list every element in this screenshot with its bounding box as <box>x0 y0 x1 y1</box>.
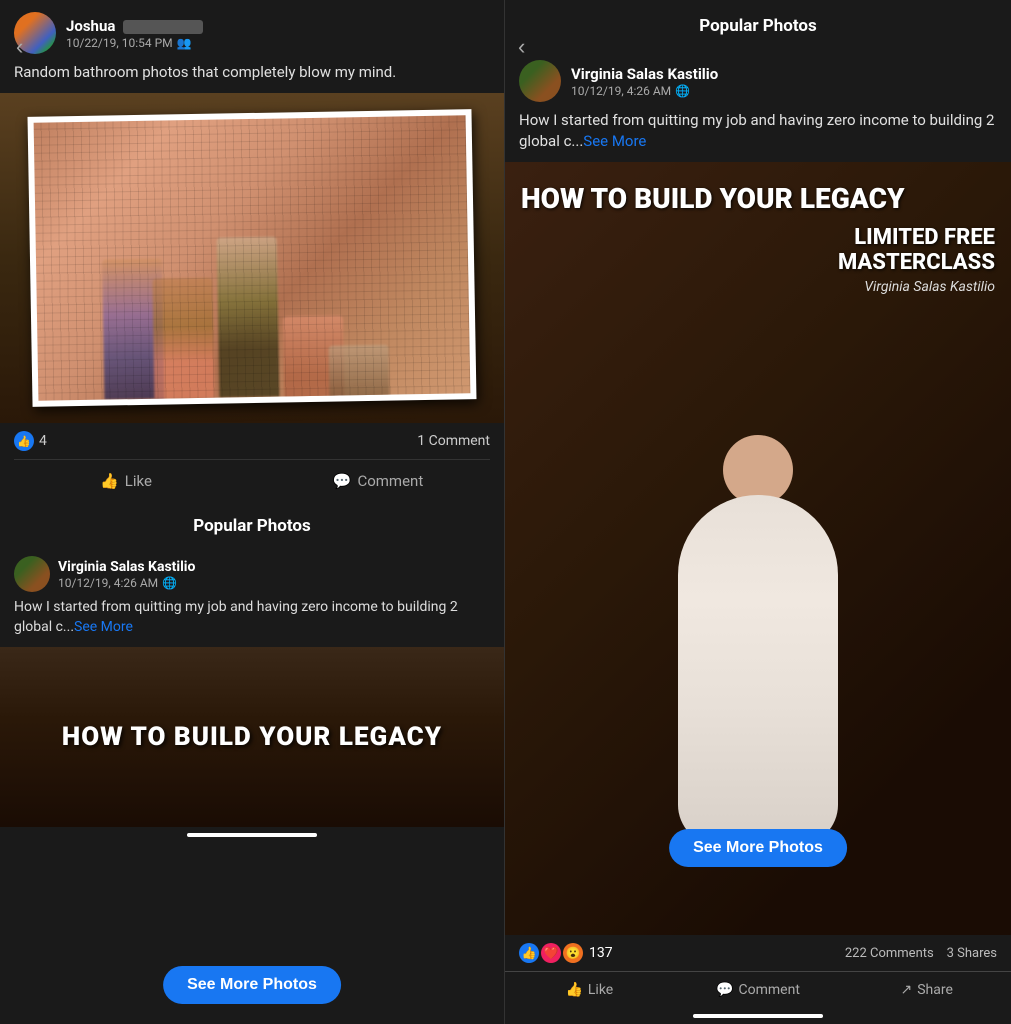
popular-photos-title-left: Popular Photos <box>0 502 504 546</box>
right-like-icon: 👍 <box>565 982 582 998</box>
right-post-time: 10/12/19, 4:26 AM 🌐 <box>571 84 997 98</box>
popular-photos-title-right: Popular Photos <box>505 0 1011 48</box>
framed-photo-inner <box>34 115 470 401</box>
right-comment-icon: 💬 <box>716 982 733 998</box>
photo-placeholder <box>0 93 504 423</box>
post-timestamp: 10/22/19, 10:54 PM <box>66 36 173 50</box>
framed-photo <box>28 109 477 407</box>
reactions-bar: 👍 4 1 Comment <box>0 423 504 459</box>
right-share-icon: ↗ <box>900 982 912 998</box>
masterclass-main-title: HOW TO BUILD YOUR LEGACY <box>521 182 995 215</box>
emoji-row: 👍 ❤️ 😮 137 <box>519 943 613 963</box>
right-avatar <box>519 60 561 102</box>
popular-post-left: Virginia Salas Kastilio 10/12/19, 4:26 A… <box>0 546 504 647</box>
friends-icon: 👥 <box>177 36 192 50</box>
popular-time-left: 10/12/19, 4:26 AM 🌐 <box>58 576 195 590</box>
right-reactions-count: 137 <box>589 945 613 961</box>
action-buttons: 👍 Like 💬 Comment <box>0 460 504 502</box>
comment-label: Comment <box>357 472 423 490</box>
popular-post-header-left: Virginia Salas Kastilio 10/12/19, 4:26 A… <box>14 556 490 592</box>
heart-emoji: ❤️ <box>541 943 561 963</box>
right-globe-icon: 🌐 <box>675 84 690 98</box>
legacy-image-left: HOW TO BUILD YOUR LEGACY <box>0 647 504 827</box>
globe-icon-left: 🌐 <box>162 576 177 590</box>
post-author: Joshua <box>66 17 490 35</box>
popular-avatar-left <box>14 556 50 592</box>
woman-body <box>678 495 838 845</box>
masterclass-author-name: Virginia Salas Kastilio <box>521 279 995 295</box>
right-panel: Popular Photos Virginia Salas Kastilio 1… <box>505 0 1011 1024</box>
see-more-photos-button-left[interactable]: See More Photos <box>163 966 341 1004</box>
pixel-overlay <box>34 115 470 401</box>
see-more-photos-button-right[interactable]: See More Photos <box>669 829 847 867</box>
reaction-count: 👍 4 <box>14 431 47 451</box>
popular-post-text-left: How I started from quitting my job and h… <box>14 598 490 637</box>
right-post-timestamp: 10/12/19, 4:26 AM <box>571 84 671 98</box>
right-share-label: Share <box>917 982 953 998</box>
comments-shares: 222 Comments 3 Shares <box>845 946 997 961</box>
right-post-author: Virginia Salas Kastilio <box>571 65 997 83</box>
like-emoji: 👍 <box>519 943 539 963</box>
author-name: Joshua <box>66 17 115 35</box>
comment-button[interactable]: 💬 Comment <box>252 464 504 498</box>
right-post-header: Virginia Salas Kastilio 10/12/19, 4:26 A… <box>505 48 1011 110</box>
right-post-meta: Virginia Salas Kastilio 10/12/19, 4:26 A… <box>571 65 997 98</box>
like-button[interactable]: 👍 Like <box>0 464 252 498</box>
right-comment-label: Comment <box>739 982 800 998</box>
photo-area <box>0 93 504 423</box>
like-icon: 👍 <box>14 431 34 451</box>
popular-post-meta-left: Virginia Salas Kastilio 10/12/19, 4:26 A… <box>58 559 195 590</box>
post-text: Random bathroom photos that completely b… <box>0 62 504 93</box>
right-see-more[interactable]: See More <box>583 132 646 150</box>
like-thumb-icon: 👍 <box>100 472 119 490</box>
like-label: Like <box>125 472 152 490</box>
see-more-left[interactable]: See More <box>74 619 133 635</box>
woman-figure <box>658 495 858 875</box>
right-comments-count: 222 Comments <box>845 946 934 961</box>
post-header: Joshua 10/22/19, 10:54 PM 👥 <box>0 0 504 62</box>
right-post-text: How I started from quitting my job and h… <box>505 110 1011 162</box>
right-panel-nav-arrow[interactable]: ‹ <box>510 30 533 64</box>
right-like-label: Like <box>588 982 613 998</box>
legacy-title-left: HOW TO BUILD YOUR LEGACY <box>62 723 442 752</box>
right-bottom-stats: 👍 ❤️ 😮 137 222 Comments 3 Shares <box>505 935 1011 971</box>
bottom-indicator-left <box>187 833 317 837</box>
popular-timestamp-left: 10/12/19, 4:26 AM <box>58 576 158 590</box>
left-panel: Joshua 10/22/19, 10:54 PM 👥 Random bathr… <box>0 0 505 1024</box>
masterclass-subtitle: LIMITED FREEMASTERCLASS <box>521 225 995 275</box>
masterclass-text-area: HOW TO BUILD YOUR LEGACY LIMITED FREEMAS… <box>505 162 1011 315</box>
author-name-blurred <box>123 20 203 34</box>
right-share-button[interactable]: ↗ Share <box>842 972 1011 1008</box>
right-shares-count: 3 Shares <box>947 946 997 961</box>
right-like-button[interactable]: 👍 Like <box>505 972 674 1008</box>
wow-emoji: 😮 <box>563 943 583 963</box>
legacy-text-overlay-left: HOW TO BUILD YOUR LEGACY <box>52 713 452 762</box>
right-action-buttons: 👍 Like 💬 Comment ↗ Share <box>505 971 1011 1008</box>
post-meta: Joshua 10/22/19, 10:54 PM 👥 <box>66 17 490 50</box>
popular-author-left: Virginia Salas Kastilio <box>58 559 195 575</box>
comments-count: 1 Comment <box>417 433 490 449</box>
left-nav-arrow[interactable]: ‹ <box>8 30 31 64</box>
reactions-number: 4 <box>39 433 47 449</box>
post-time: 10/22/19, 10:54 PM 👥 <box>66 36 490 50</box>
bottom-indicator-right <box>693 1014 823 1018</box>
bottom-image-section-left: HOW TO BUILD YOUR LEGACY See More Photos <box>0 647 504 1024</box>
right-comment-button[interactable]: 💬 Comment <box>674 972 843 1008</box>
right-masterclass-image: HOW TO BUILD YOUR LEGACY LIMITED FREEMAS… <box>505 162 1011 935</box>
comment-icon: 💬 <box>333 472 352 490</box>
